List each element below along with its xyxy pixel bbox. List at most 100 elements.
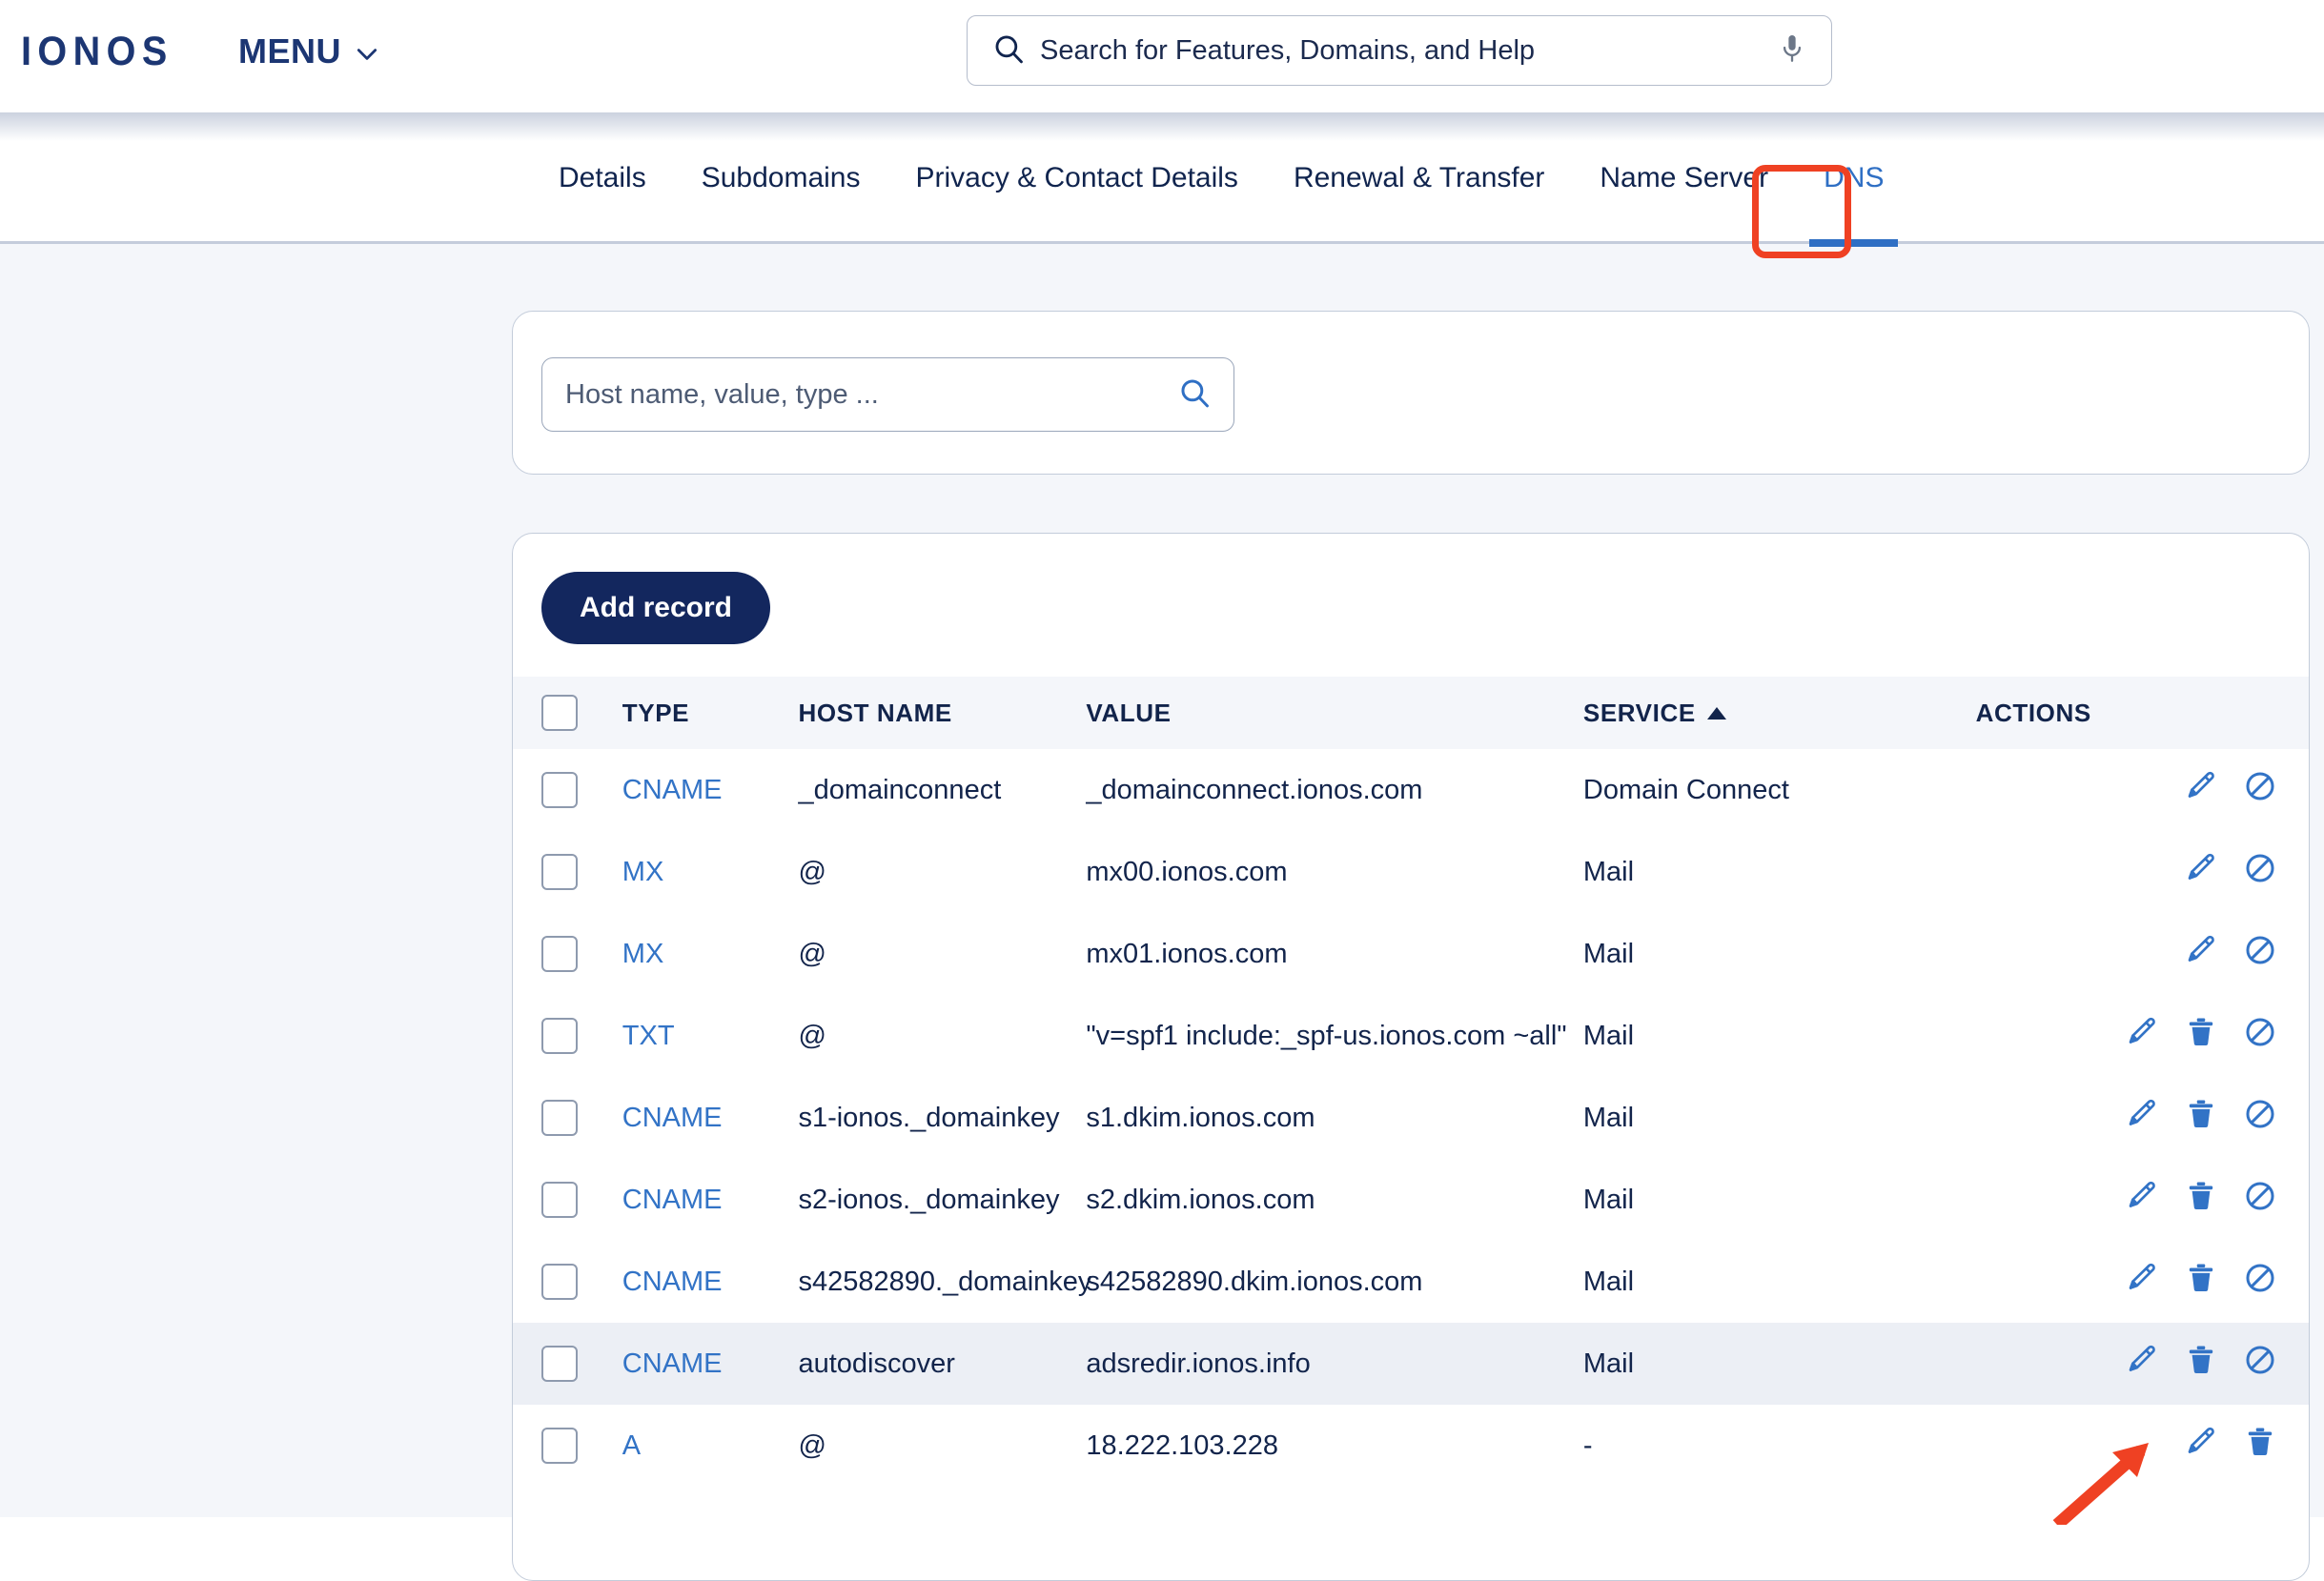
row-checkbox[interactable] bbox=[541, 1182, 578, 1218]
row-checkbox[interactable] bbox=[541, 1018, 578, 1054]
header-service-label: SERVICE bbox=[1582, 698, 1696, 727]
row-checkbox[interactable] bbox=[541, 1100, 578, 1136]
table-row[interactable]: CNAME autodiscover adsredir.ionos.info Mail bbox=[513, 1323, 2309, 1405]
header-type[interactable]: TYPE bbox=[622, 677, 799, 749]
row-checkbox[interactable] bbox=[541, 1264, 578, 1300]
dns-search-card: Host name, value, type ... bbox=[512, 311, 2310, 475]
delete-icon[interactable] bbox=[2185, 1344, 2217, 1376]
row-select-cell bbox=[513, 1077, 622, 1159]
delete-icon[interactable] bbox=[2185, 1098, 2217, 1130]
table-header: TYPE HOST NAME VALUE SERVICE ACTIONS bbox=[513, 677, 2309, 749]
table-row[interactable]: MX @ mx00.ionos.com Mail bbox=[513, 831, 2309, 913]
cell-service: Mail bbox=[1582, 1184, 1635, 1215]
disable-icon[interactable] bbox=[2244, 1016, 2276, 1048]
edit-icon[interactable] bbox=[2185, 852, 2217, 884]
table-row[interactable]: CNAME _domainconnect _domainconnect.ionos.… bbox=[513, 749, 2309, 831]
dns-records-card: Add record TYPE HOST NAME VALUE SERVICE … bbox=[512, 533, 2310, 1581]
disable-icon[interactable] bbox=[2244, 770, 2276, 802]
table-row[interactable]: A @18.222.103.228 - bbox=[513, 1405, 2309, 1487]
search-icon bbox=[992, 32, 1025, 70]
cell-service: Domain Connect bbox=[1582, 774, 1789, 805]
table-row[interactable]: CNAME s1-ionos._domainkey s1.dkim.ionos.co… bbox=[513, 1077, 2309, 1159]
disable-icon[interactable] bbox=[2244, 1262, 2276, 1294]
record-type-link[interactable]: MX bbox=[622, 939, 664, 969]
row-action-group bbox=[2185, 934, 2276, 966]
row-select-cell bbox=[513, 1241, 622, 1323]
record-type-link[interactable]: CNAME bbox=[622, 1348, 723, 1379]
cell-service: - bbox=[1582, 1429, 1593, 1461]
chevron-down-icon bbox=[355, 42, 379, 67]
cell-type: TXT bbox=[622, 995, 799, 1077]
cell-value: mx01.ionos.com bbox=[1086, 938, 1288, 969]
cell-actions bbox=[1976, 1241, 2309, 1323]
cell-type: MX bbox=[622, 831, 799, 913]
edit-icon[interactable] bbox=[2126, 1016, 2158, 1048]
record-type-link[interactable]: CNAME bbox=[622, 1185, 723, 1215]
edit-icon[interactable] bbox=[2126, 1098, 2158, 1130]
row-checkbox[interactable] bbox=[541, 854, 578, 890]
cell-value: mx00.ionos.com bbox=[1086, 856, 1288, 887]
edit-icon[interactable] bbox=[2185, 934, 2217, 966]
cell-actions bbox=[1976, 831, 2309, 913]
cell-host-name: @ bbox=[798, 1429, 826, 1461]
edit-icon[interactable] bbox=[2126, 1344, 2158, 1376]
record-type-link[interactable]: CNAME bbox=[622, 1267, 723, 1297]
row-checkbox[interactable] bbox=[541, 936, 578, 972]
disable-icon[interactable] bbox=[2244, 1098, 2276, 1130]
global-search-bar[interactable]: Search for Features, Domains, and Help bbox=[967, 15, 1832, 86]
delete-icon[interactable] bbox=[2244, 1426, 2276, 1458]
row-checkbox[interactable] bbox=[541, 1346, 578, 1382]
delete-icon[interactable] bbox=[2185, 1016, 2217, 1048]
record-type-link[interactable]: CNAME bbox=[622, 775, 723, 805]
disable-icon[interactable] bbox=[2244, 1180, 2276, 1212]
disable-icon[interactable] bbox=[2244, 1344, 2276, 1376]
row-select-cell bbox=[513, 1159, 622, 1241]
cell-actions bbox=[1976, 913, 2309, 995]
header-value[interactable]: VALUE bbox=[1086, 677, 1583, 749]
caret-up-icon bbox=[1706, 706, 1726, 720]
edit-icon[interactable] bbox=[2126, 1262, 2158, 1294]
table-row[interactable]: CNAME s2-ionos._domainkey s2.dkim.ionos.co… bbox=[513, 1159, 2309, 1241]
row-checkbox[interactable] bbox=[541, 1428, 578, 1464]
page-body: Host name, value, type ... Add record TY… bbox=[0, 244, 2324, 1581]
row-checkbox[interactable] bbox=[541, 772, 578, 808]
row-select-cell bbox=[513, 995, 622, 1077]
search-icon[interactable] bbox=[1178, 376, 1211, 414]
table-row[interactable]: CNAME s42582890._domainkey s42582890.dkim.… bbox=[513, 1241, 2309, 1323]
edit-icon[interactable] bbox=[2185, 770, 2217, 802]
record-type-link[interactable]: TXT bbox=[622, 1021, 675, 1051]
cell-actions bbox=[1975, 1323, 2309, 1405]
dns-record-search-input[interactable]: Host name, value, type ... bbox=[565, 379, 1178, 411]
dns-record-search[interactable]: Host name, value, type ... bbox=[541, 357, 1234, 432]
select-all-checkbox[interactable] bbox=[541, 695, 578, 731]
cell-actions bbox=[1976, 995, 2309, 1077]
header-service[interactable]: SERVICE bbox=[1582, 677, 1976, 749]
record-type-link[interactable]: MX bbox=[622, 857, 664, 887]
cell-value: 18.222.103.228 bbox=[1086, 1429, 1278, 1461]
global-search-input[interactable]: Search for Features, Domains, and Help bbox=[1040, 35, 1778, 67]
main-menu-button[interactable]: MENU bbox=[238, 31, 379, 71]
cell-type: CNAME bbox=[622, 1159, 799, 1241]
delete-icon[interactable] bbox=[2185, 1262, 2217, 1294]
microphone-icon[interactable] bbox=[1778, 32, 1806, 70]
table-row[interactable]: MX @ mx01.ionos.com Mail bbox=[513, 913, 2309, 995]
row-select-cell bbox=[513, 913, 622, 995]
table-row[interactable]: TXT @ "v=spf1 include:_spf-us.ionos.com ~a… bbox=[513, 995, 2309, 1077]
disable-icon[interactable] bbox=[2244, 934, 2276, 966]
record-type-link[interactable]: CNAME bbox=[622, 1103, 723, 1133]
ionos-logo[interactable]: IONOS bbox=[21, 29, 173, 75]
cell-value: _domainconnect.ionos.com bbox=[1086, 774, 1423, 805]
add-record-button[interactable]: Add record bbox=[541, 572, 770, 644]
edit-icon[interactable] bbox=[2126, 1180, 2158, 1212]
cell-type: CNAME bbox=[622, 749, 799, 831]
record-type-link[interactable]: A bbox=[622, 1430, 641, 1461]
edit-icon[interactable] bbox=[2185, 1426, 2217, 1458]
delete-icon[interactable] bbox=[2185, 1180, 2217, 1212]
header-host-name[interactable]: HOST NAME bbox=[798, 677, 1087, 749]
table-header-row: TYPE HOST NAME VALUE SERVICE ACTIONS bbox=[513, 677, 2309, 749]
row-select-cell bbox=[513, 1405, 622, 1487]
cell-host-name: @ bbox=[798, 938, 826, 969]
disable-icon[interactable] bbox=[2244, 852, 2276, 884]
cell-actions bbox=[1976, 749, 2309, 831]
cell-value: s1.dkim.ionos.com bbox=[1086, 1102, 1315, 1133]
